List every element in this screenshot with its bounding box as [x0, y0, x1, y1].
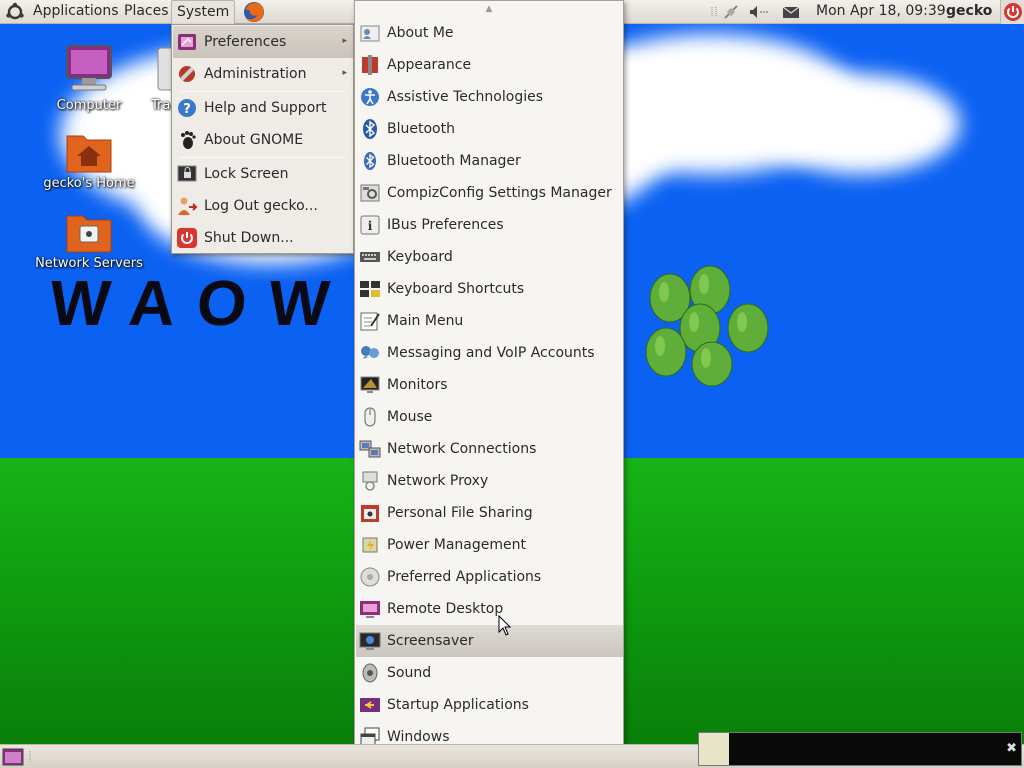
submenu-arrow-icon: ▸ [342, 36, 347, 46]
pref-item-network-connections[interactable]: Network Connections [356, 433, 623, 465]
network-servers-icon [66, 215, 112, 253]
preferences-icon [178, 34, 196, 50]
desktop-icon-trash[interactable]: Tra [134, 44, 184, 113]
computer-icon [66, 45, 112, 91]
power-management-icon [362, 537, 378, 553]
pref-item-keyboard-shortcuts[interactable]: Keyboard Shortcuts [356, 273, 623, 305]
peppers-image [645, 265, 769, 387]
network-connections-icon [359, 440, 381, 458]
network-disconnected-icon[interactable] [722, 4, 740, 20]
desktop-icon-label: gecko's Home [43, 176, 135, 191]
show-desktop-icon[interactable] [2, 747, 24, 767]
user-name[interactable]: gecko [946, 0, 992, 23]
notification-popup[interactable]: ✖ [698, 732, 1022, 766]
startup-apps-icon [360, 698, 380, 712]
accessibility-icon [361, 88, 379, 106]
pref-item-remote-desktop[interactable]: Remote Desktop [356, 593, 623, 625]
remote-desktop-icon [360, 601, 380, 618]
mouse-icon [364, 407, 376, 427]
pref-item-appearance[interactable]: Appearance [356, 49, 623, 81]
desktop-icon-label: Network Servers [35, 256, 143, 271]
menu-item-preferences[interactable]: Preferences ▸ [173, 26, 353, 58]
about-me-icon [360, 25, 380, 42]
notification-handle [699, 733, 729, 765]
menu-item-shut-down[interactable]: Shut Down... [173, 222, 353, 254]
main-menu-icon [360, 312, 380, 331]
svg-text:i: i [368, 219, 373, 233]
pref-item-sound[interactable]: Sound [356, 657, 623, 689]
keyboard-shortcuts-icon [360, 281, 380, 297]
submenu-arrow-icon: ▸ [342, 68, 347, 78]
firefox-icon[interactable] [242, 0, 266, 24]
menu-item-help[interactable]: ? Help and Support [173, 92, 353, 124]
monitor-icon [360, 376, 380, 393]
pref-item-ibus[interactable]: i IBus Preferences [356, 209, 623, 241]
handle-icon [29, 751, 31, 763]
bluetooth-icon [363, 119, 377, 139]
administration-icon [179, 66, 195, 82]
network-proxy-icon [362, 471, 378, 491]
pref-item-mouse[interactable]: Mouse [356, 401, 623, 433]
shutdown-panel-button[interactable] [1000, 0, 1024, 24]
keyboard-icon [360, 252, 380, 262]
pref-item-monitors[interactable]: Monitors [356, 369, 623, 401]
desktop-icon-label: Tra [151, 98, 171, 113]
pref-item-keyboard[interactable]: Keyboard [356, 241, 623, 273]
pref-item-startup-apps[interactable]: Startup Applications [356, 689, 623, 721]
home-folder-icon [66, 135, 112, 173]
pref-item-network-proxy[interactable]: Network Proxy [356, 465, 623, 497]
desktop-icon-home[interactable]: gecko's Home [34, 130, 144, 191]
pref-item-assistive[interactable]: Assistive Technologies [356, 81, 623, 113]
scroll-up-icon[interactable]: ▲ [355, 1, 623, 17]
applications-menu[interactable]: Applications [28, 0, 124, 24]
desktop-icon-computer[interactable]: Computer [34, 44, 144, 113]
ubuntu-logo-icon[interactable] [5, 2, 25, 22]
clock[interactable]: Mon Apr 18, 09:39 [816, 0, 946, 23]
shutdown-icon [177, 228, 197, 248]
preferences-submenu: ▲ About Me Appearance Assistive Technolo… [354, 0, 624, 768]
pref-item-messaging[interactable]: Messaging and VoIP Accounts [356, 337, 623, 369]
desktop-icon-network-servers[interactable]: Network Servers [34, 210, 144, 271]
gnome-foot-icon [181, 131, 196, 149]
svg-text:?: ? [183, 102, 191, 117]
logout-icon [178, 197, 198, 215]
messaging-icon [361, 346, 379, 359]
menu-item-log-out[interactable]: Log Out gecko... [173, 190, 353, 222]
compiz-icon [360, 184, 380, 202]
wallpaper-cloud [760, 74, 960, 174]
system-menu[interactable]: System [171, 0, 236, 24]
menu-item-administration[interactable]: Administration ▸ [173, 58, 353, 90]
pref-item-preferred-apps[interactable]: Preferred Applications [356, 561, 623, 593]
mail-icon[interactable] [782, 4, 800, 20]
places-menu[interactable]: Places [119, 0, 174, 24]
system-dropdown-menu: Preferences ▸ Administration ▸ ? Help an… [171, 24, 354, 254]
pref-item-screensaver[interactable]: Screensaver [356, 625, 623, 657]
ibus-icon: i [360, 215, 380, 235]
pref-item-compiz[interactable]: CompizConfig Settings Manager [356, 177, 623, 209]
bluetooth-manager-icon [364, 152, 376, 170]
appearance-icon [362, 55, 378, 75]
file-sharing-icon [361, 505, 379, 522]
mouse-cursor-icon [498, 615, 512, 636]
pref-item-bluetooth[interactable]: Bluetooth [356, 113, 623, 145]
wallpaper-text: WAOW [47, 267, 354, 339]
power-icon [1004, 3, 1022, 21]
preferred-apps-icon [360, 567, 380, 587]
desktop-icon-label: Computer [56, 98, 122, 113]
pref-item-bluetooth-manager[interactable]: Bluetooth Manager [356, 145, 623, 177]
pref-item-file-sharing[interactable]: Personal File Sharing [356, 497, 623, 529]
pref-item-power-management[interactable]: Power Management [356, 529, 623, 561]
pref-item-about-me[interactable]: About Me [356, 17, 623, 49]
help-icon: ? [178, 99, 196, 117]
menu-item-about-gnome[interactable]: About GNOME [173, 124, 353, 156]
sound-icon [362, 663, 378, 683]
screensaver-icon [359, 632, 381, 650]
volume-muted-icon[interactable] [748, 4, 770, 20]
pref-item-main-menu[interactable]: Main Menu [356, 305, 623, 337]
close-icon[interactable]: ✖ [1006, 741, 1017, 756]
lock-icon [177, 165, 197, 182]
handle-icon [711, 7, 717, 17]
menu-item-lock-screen[interactable]: Lock Screen [173, 158, 353, 190]
